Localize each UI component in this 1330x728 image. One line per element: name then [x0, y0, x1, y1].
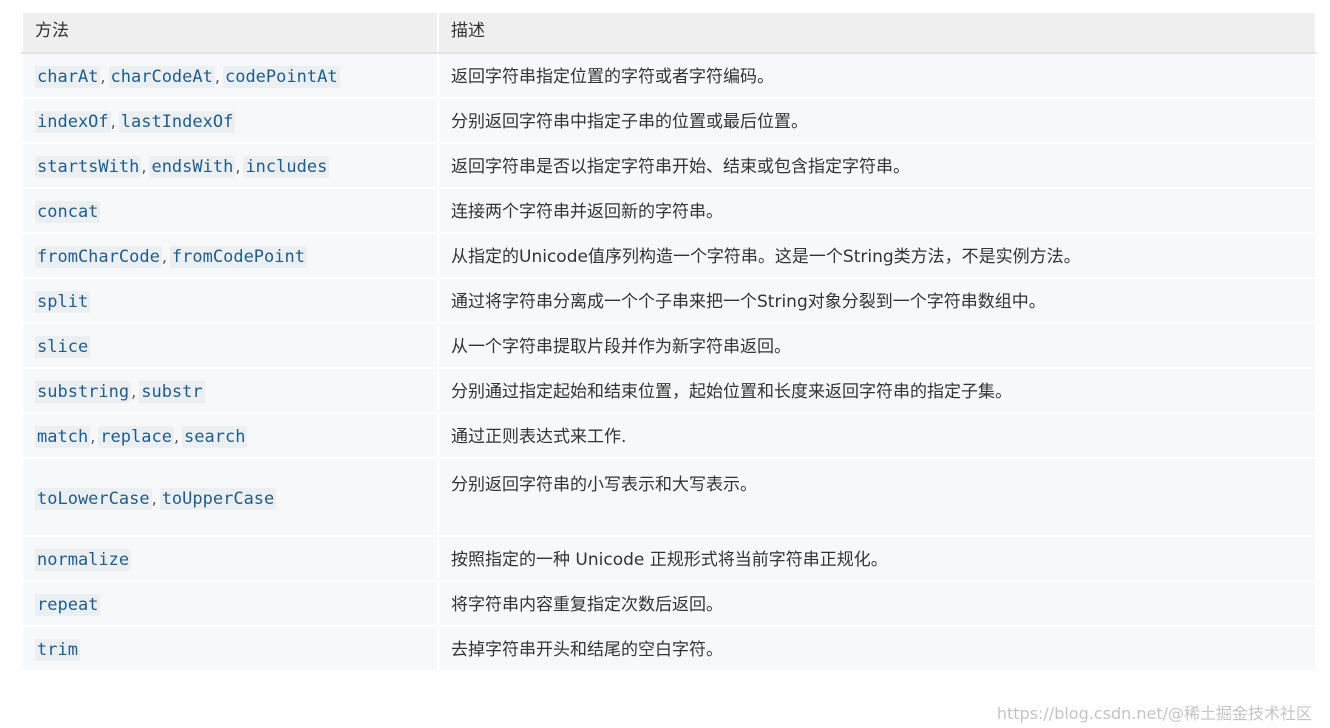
- description-cell: 将字符串内容重复指定次数后返回。: [437, 580, 1317, 627]
- method-separator: ,: [214, 67, 220, 86]
- description-text: 分别通过指定起始和结束位置，起始位置和长度来返回字符串的指定子集。: [451, 382, 1012, 402]
- method-cell: normalize: [21, 535, 439, 582]
- description-text: 返回字符串指定位置的字符或者字符编码。: [451, 67, 774, 87]
- method-separator: ,: [141, 157, 147, 176]
- watermark: https://blog.csdn.net/@稀土掘金技术社区: [996, 704, 1312, 723]
- method-cell: repeat: [21, 580, 439, 627]
- method-code: slice: [35, 336, 91, 358]
- method-code: replace: [98, 426, 174, 448]
- method-code: charCodeAt: [108, 66, 215, 88]
- method-separator: ,: [173, 427, 180, 446]
- method-cell: charAt, charCodeAt, codePointAt: [21, 52, 439, 99]
- table-row: split 通过将字符串分离成一个个子串来把一个String对象分裂到一个字符串数…: [21, 277, 1317, 324]
- description-cell: 返回字符串指定位置的字符或者字符编码。: [437, 52, 1317, 99]
- table-row: concat 连接两个字符串并返回新的字符串。: [21, 187, 1317, 234]
- description-text: 通过正则表达式来工作.: [451, 427, 627, 447]
- method-code: split: [35, 291, 91, 313]
- description-text: 返回字符串是否以指定字符串开始、结束或包含指定字符串。: [451, 157, 910, 177]
- table-row: charAt, charCodeAt, codePointAt 返回字符串指定位置的字…: [21, 52, 1317, 99]
- method-cell: substring, substr: [21, 367, 439, 414]
- method-code: codePointAt: [222, 66, 340, 88]
- method-code: normalize: [35, 549, 132, 571]
- table-row: normalize 按照指定的一种 Unicode 正规形式将当前字符串正规化。: [21, 535, 1317, 582]
- method-separator: ,: [100, 67, 106, 86]
- methods-table-container: 方法 描述 charAt, charCodeAt, codePointAt 返回字符串…: [21, 11, 1317, 672]
- description-text: 去掉字符串开头和结尾的空白字符。: [451, 640, 723, 660]
- description-text: 从一个字符串提取片段并作为新字符串返回。: [451, 337, 791, 357]
- method-separator: ,: [110, 112, 116, 131]
- method-cell: concat: [21, 187, 439, 234]
- method-code: trim: [35, 639, 80, 661]
- method-code: includes: [243, 156, 330, 178]
- description-text: 分别返回字符串的小写表示和大写表示。: [451, 475, 757, 495]
- method-code: toLowerCase: [35, 488, 152, 510]
- header-description: 描述: [437, 11, 1317, 54]
- table-body: charAt, charCodeAt, codePointAt 返回字符串指定位置的字…: [21, 52, 1317, 672]
- description-cell: 分别返回字符串中指定子串的位置或最后位置。: [437, 97, 1317, 144]
- description-cell: 按照指定的一种 Unicode 正规形式将当前字符串正规化。: [437, 535, 1317, 582]
- method-cell: fromCharCode, fromCodePoint: [21, 232, 439, 279]
- description-cell: 通过正则表达式来工作.: [437, 412, 1317, 459]
- method-code: substring: [35, 381, 132, 403]
- table-row: toLowerCase, toUpperCase 分别返回字符串的小写表示和大写表示…: [21, 457, 1317, 537]
- method-cell: trim: [21, 625, 439, 672]
- table-header: 方法 描述: [21, 11, 1317, 54]
- method-code: fromCharCode: [35, 246, 162, 268]
- header-method: 方法: [21, 11, 439, 54]
- table-row: substring, substr 分别通过指定起始和结束位置，起始位置和长度来返回…: [21, 367, 1317, 414]
- description-cell: 通过将字符串分离成一个个子串来把一个String对象分裂到一个字符串数组中。: [437, 277, 1317, 324]
- method-code: substr: [139, 381, 205, 403]
- method-code: search: [182, 426, 248, 448]
- method-code: toUpperCase: [159, 488, 277, 510]
- description-cell: 去掉字符串开头和结尾的空白字符。: [437, 625, 1317, 672]
- method-code: repeat: [35, 594, 101, 616]
- description-text: 从指定的Unicode值序列构造一个字符串。这是一个String类方法，不是实例…: [451, 247, 1081, 267]
- description-text: 按照指定的一种 Unicode 正规形式将当前字符串正规化。: [451, 550, 888, 570]
- method-code: lastIndexOf: [118, 111, 236, 133]
- string-methods-table: 方法 描述 charAt, charCodeAt, codePointAt 返回字符串…: [21, 11, 1317, 672]
- table-row: startsWith, endsWith, includes 返回字符串是否以指定字符…: [21, 142, 1317, 189]
- method-separator: ,: [161, 247, 167, 266]
- description-text: 将字符串内容重复指定次数后返回。: [451, 595, 723, 615]
- method-separator: ,: [131, 382, 137, 401]
- description-text: 连接两个字符串并返回新的字符串。: [451, 202, 723, 222]
- description-text: 分别返回字符串中指定子串的位置或最后位置。: [451, 112, 808, 132]
- method-code: startsWith: [35, 156, 142, 178]
- table-row: slice 从一个字符串提取片段并作为新字符串返回。: [21, 322, 1317, 369]
- description-cell: 从指定的Unicode值序列构造一个字符串。这是一个String类方法，不是实例…: [437, 232, 1317, 279]
- table-row: indexOf, lastIndexOf 分别返回字符串中指定子串的位置或最后位置。: [21, 97, 1317, 144]
- method-cell: split: [21, 277, 439, 324]
- method-separator: ,: [235, 157, 241, 176]
- method-code: match: [35, 426, 91, 448]
- description-cell: 分别返回字符串的小写表示和大写表示。: [437, 457, 1317, 537]
- method-code: endsWith: [149, 156, 236, 178]
- table-row: fromCharCode, fromCodePoint 从指定的Unicode值序列…: [21, 232, 1317, 279]
- method-code: indexOf: [35, 111, 111, 133]
- method-cell: startsWith, endsWith, includes: [21, 142, 439, 189]
- method-code: fromCodePoint: [169, 246, 307, 268]
- table-row: repeat 将字符串内容重复指定次数后返回。: [21, 580, 1317, 627]
- method-cell: indexOf, lastIndexOf: [21, 97, 439, 144]
- header-row: 方法 描述: [21, 11, 1317, 54]
- method-code: charAt: [35, 66, 101, 88]
- description-text: 通过将字符串分离成一个个子串来把一个String对象分裂到一个字符串数组中。: [451, 292, 1046, 312]
- table-row: match, replace, search 通过正则表达式来工作.: [21, 412, 1317, 459]
- description-cell: 分别通过指定起始和结束位置，起始位置和长度来返回字符串的指定子集。: [437, 367, 1317, 414]
- method-separator: ,: [151, 489, 157, 508]
- table-row: trim 去掉字符串开头和结尾的空白字符。: [21, 625, 1317, 672]
- description-cell: 返回字符串是否以指定字符串开始、结束或包含指定字符串。: [437, 142, 1317, 189]
- description-cell: 连接两个字符串并返回新的字符串。: [437, 187, 1317, 234]
- method-code: concat: [35, 201, 101, 223]
- method-separator: ,: [90, 427, 96, 446]
- description-cell: 从一个字符串提取片段并作为新字符串返回。: [437, 322, 1317, 369]
- method-cell: slice: [21, 322, 439, 369]
- method-cell: toLowerCase, toUpperCase: [21, 457, 439, 537]
- method-cell: match, replace, search: [21, 412, 439, 459]
